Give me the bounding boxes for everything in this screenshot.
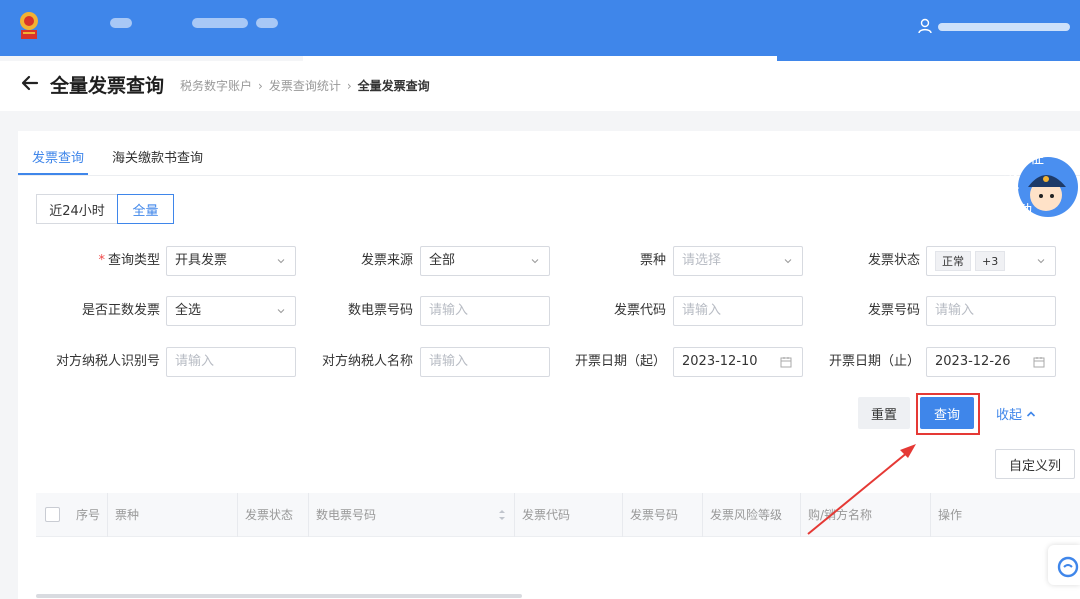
- sort-icon[interactable]: [498, 508, 506, 522]
- query-type-select[interactable]: 开具发票: [166, 246, 296, 276]
- is-positive-label: 是否正数发票: [81, 303, 160, 318]
- tax-emblem-icon: [20, 12, 38, 39]
- chat-bot-icon: [1057, 556, 1079, 578]
- date-start-picker[interactable]: 2023-12-10: [673, 347, 803, 377]
- column-header[interactable]: 购/销方名称: [800, 493, 930, 537]
- counterparty-id-label: 对方纳税人识别号: [55, 354, 160, 369]
- column-header[interactable]: 发票号码: [622, 493, 702, 537]
- counterparty-name-label: 对方纳税人名称: [321, 354, 413, 369]
- counterparty-id-input[interactable]: 请输入: [166, 347, 296, 377]
- horizontal-scrollbar[interactable]: [36, 594, 522, 598]
- ticket-type-select[interactable]: 请选择: [673, 246, 803, 276]
- chevron-down-icon: [531, 259, 539, 264]
- column-header: 操作: [930, 493, 1080, 537]
- invoice-number-input[interactable]: 请输入: [926, 296, 1056, 326]
- chevron-right-icon: ›: [258, 78, 263, 93]
- breadcrumb: 税务数字账户 › 发票查询统计 › 全量发票查询: [180, 77, 430, 94]
- more-tags-badge: +3: [975, 250, 1006, 271]
- tab-customs-payment[interactable]: 海关缴款书查询: [112, 147, 203, 166]
- reset-button[interactable]: 重置: [858, 397, 910, 429]
- breadcrumb-item[interactable]: 税务数字账户: [180, 77, 252, 94]
- chevron-down-icon: [277, 309, 285, 314]
- calendar-icon: [1033, 357, 1045, 368]
- back-arrow-icon[interactable]: [20, 73, 40, 93]
- range-all-button[interactable]: 全量: [117, 194, 174, 224]
- query-type-label: * 查询类型: [98, 253, 160, 268]
- system-name-blurred: [256, 18, 278, 28]
- date-end-picker[interactable]: 2023-12-26: [926, 347, 1056, 377]
- breadcrumb-item[interactable]: 发票查询统计: [269, 77, 341, 94]
- breadcrumb-current: 全量发票查询: [357, 79, 430, 93]
- mascot-char: 互: [1006, 187, 1020, 203]
- invoice-number-label: 发票号码: [867, 303, 920, 318]
- tax-mascot-badge[interactable]: 征 纳 互 动: [1000, 143, 1080, 223]
- chevron-down-icon: [1037, 259, 1045, 264]
- column-header[interactable]: 发票风险等级: [702, 493, 800, 537]
- calendar-icon: [780, 357, 792, 368]
- column-header[interactable]: 发票状态: [237, 493, 308, 537]
- system-name-blurred: [110, 18, 132, 28]
- invoice-source-select[interactable]: 全部: [420, 246, 550, 276]
- mascot-char: 动: [1018, 203, 1032, 219]
- counterparty-name-input[interactable]: 请输入: [420, 347, 550, 377]
- range-24h-button[interactable]: 近24小时: [36, 194, 118, 224]
- digital-number-label: 数电票号码: [347, 303, 413, 318]
- tab-bar: 发票查询 海关缴款书查询: [18, 131, 1080, 176]
- date-start-label: 开票日期（起）: [574, 354, 666, 369]
- tab-active-indicator: [18, 173, 88, 175]
- page-title: 全量发票查询: [50, 75, 165, 97]
- column-header[interactable]: 发票代码: [514, 493, 622, 537]
- column-header-sortable[interactable]: 数电票号码: [308, 493, 514, 537]
- floating-help-widget[interactable]: [1048, 545, 1080, 585]
- table-header: 序号 票种 发票状态 数电票号码 发票代码 发票号码 发票风险等级 购/销方名称…: [36, 493, 1080, 537]
- custom-columns-button[interactable]: 自定义列: [995, 449, 1075, 479]
- top-bar: [0, 0, 1080, 56]
- invoice-code-label: 发票代码: [613, 303, 666, 318]
- mascot-char: 纳: [1004, 163, 1018, 179]
- query-card: 发票查询 海关缴款书查询 近24小时 全量 * 查询类型 开具发票 发票来源 全部…: [18, 131, 1080, 599]
- digital-number-input[interactable]: 请输入: [420, 296, 550, 326]
- date-end-label: 开票日期（止）: [828, 354, 920, 369]
- system-name-blurred: [192, 18, 248, 28]
- invoice-status-label: 发票状态: [867, 253, 920, 268]
- tab-invoice-query[interactable]: 发票查询: [32, 147, 84, 166]
- select-all-checkbox[interactable]: [45, 507, 60, 522]
- chevron-down-icon: [784, 259, 792, 264]
- chevron-right-icon: ›: [346, 78, 352, 93]
- page-header: 全量发票查询 税务数字账户 › 发票查询统计 › 全量发票查询: [0, 61, 1080, 111]
- column-header[interactable]: 票种: [107, 493, 237, 537]
- invoice-status-select[interactable]: 正常 +3: [926, 246, 1056, 276]
- chevron-up-icon: [1026, 410, 1036, 417]
- user-icon[interactable]: [918, 18, 932, 34]
- query-button-highlight: [916, 393, 980, 435]
- is-positive-select[interactable]: 全选: [166, 296, 296, 326]
- invoice-source-label: 发票来源: [360, 253, 413, 268]
- invoice-code-input[interactable]: 请输入: [673, 296, 803, 326]
- collapse-toggle[interactable]: 收起: [996, 404, 1036, 423]
- chevron-down-icon: [277, 259, 285, 264]
- ticket-type-label: 票种: [639, 253, 666, 268]
- status-tag: 正常: [935, 250, 971, 271]
- mascot-char: 征: [1030, 151, 1044, 167]
- column-header: 序号: [76, 508, 101, 522]
- user-name-blurred[interactable]: [938, 23, 1070, 31]
